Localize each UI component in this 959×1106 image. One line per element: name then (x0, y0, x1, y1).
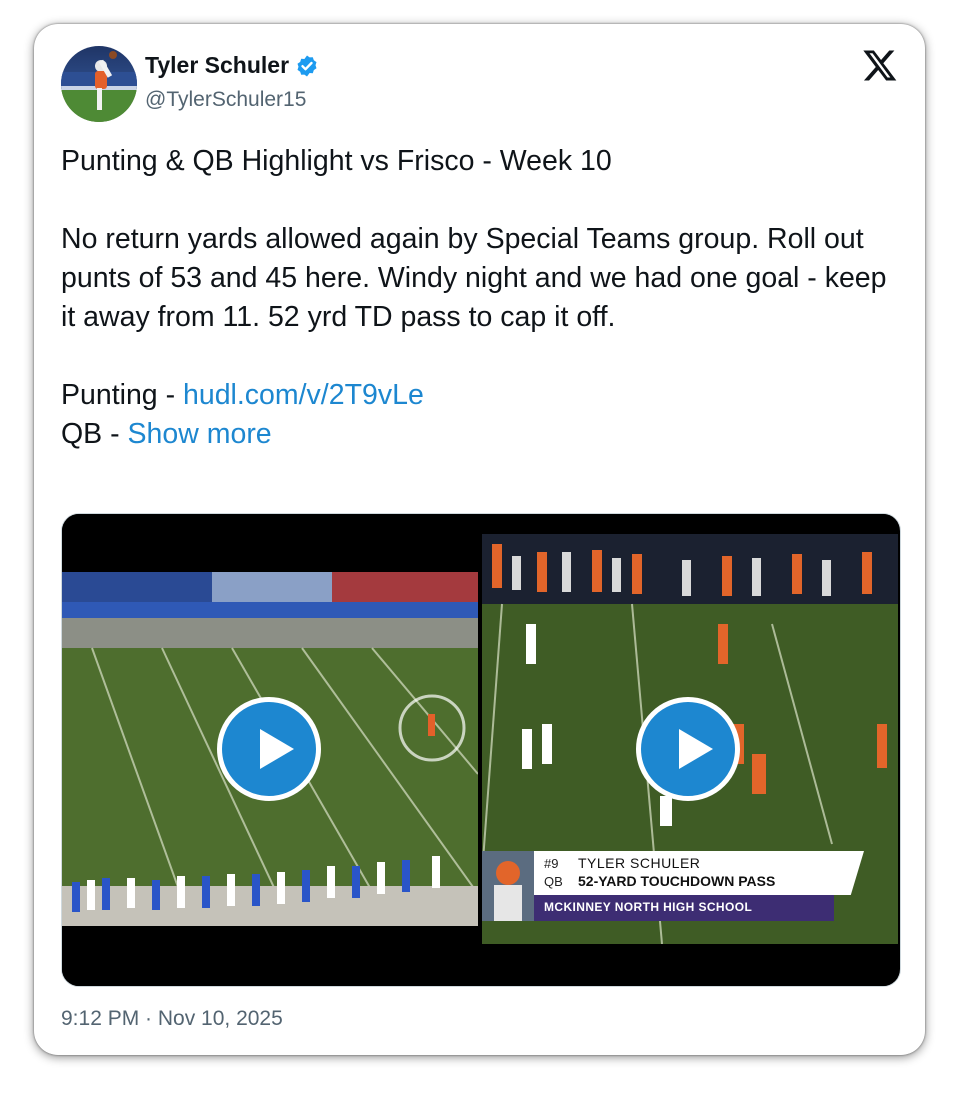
x-logo-icon[interactable] (862, 47, 898, 83)
verified-badge-icon (297, 55, 317, 76)
author-handle[interactable]: @TylerSchuler15 (145, 88, 306, 112)
play-description: 52-YARD TOUCHDOWN PASS (578, 873, 776, 889)
author-row[interactable]: Tyler Schuler (145, 52, 319, 79)
player-photo (482, 851, 534, 921)
tweet-body: Punting & QB Highlight vs Frisco - Week … (61, 142, 901, 454)
show-more-link[interactable]: Show more (128, 418, 272, 450)
punting-label: Punting - (61, 379, 183, 411)
tweet-timestamp[interactable]: 9:12 PM · Nov 10, 2025 (61, 1007, 283, 1031)
author-name[interactable]: Tyler Schuler (145, 52, 289, 79)
player-position: QB (544, 874, 563, 889)
player-number: #9 (544, 856, 559, 871)
tweet-headline: Punting & QB Highlight vs Frisco - Week … (61, 145, 612, 177)
qb-label: QB - (61, 418, 128, 450)
tweet-paragraph: No return yards allowed again by Special… (61, 223, 887, 333)
punting-link[interactable]: hudl.com/v/2T9vLe (183, 379, 424, 411)
tweet-card: Tyler Schuler @TylerSchuler15 Punting & … (34, 24, 925, 1055)
avatar[interactable] (61, 46, 137, 122)
lower-third-graphic: #9 TYLER SCHULER QB 52-YARD TOUCHDOWN PA… (482, 851, 898, 921)
play-icon[interactable] (636, 697, 740, 801)
player-name: TYLER SCHULER (578, 855, 701, 871)
play-icon[interactable] (217, 697, 321, 801)
video-punting[interactable] (62, 514, 478, 986)
video-qb[interactable]: #9 TYLER SCHULER QB 52-YARD TOUCHDOWN PA… (482, 514, 898, 986)
school-name: MCKINNEY NORTH HIGH SCHOOL (544, 900, 753, 914)
media-grid: #9 TYLER SCHULER QB 52-YARD TOUCHDOWN PA… (61, 513, 901, 987)
